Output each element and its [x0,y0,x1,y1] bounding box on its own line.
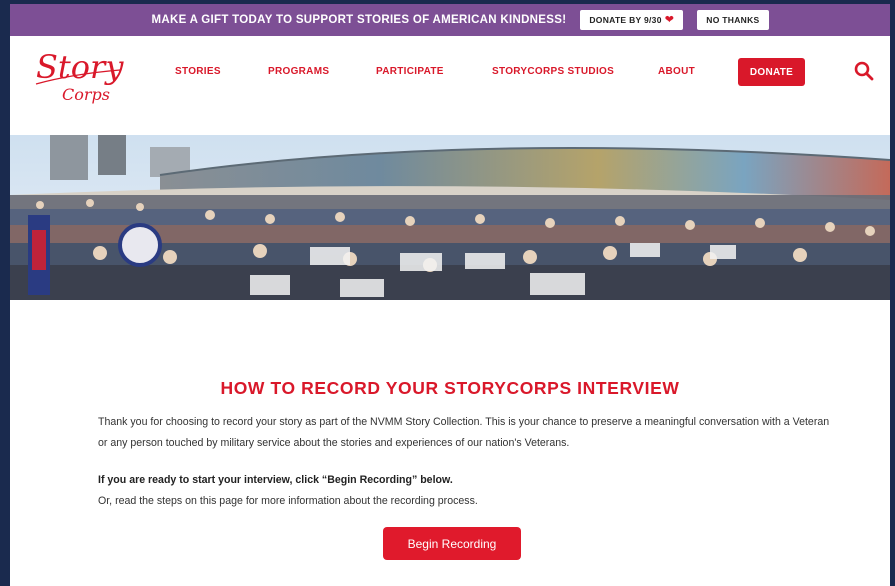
search-icon[interactable] [853,60,875,82]
promo-donate-label: DONATE BY 9/30 [589,15,662,25]
read-steps-text: Or, read the steps on this page for more… [98,495,478,507]
logo-corps-text: Corps [62,85,110,104]
nav-about[interactable]: ABOUT [658,66,695,77]
promo-banner: MAKE A GIFT TODAY TO SUPPORT STORIES OF … [10,4,890,36]
nav-storycorps-studios[interactable]: STORYCORPS STUDIOS [492,66,614,77]
nav-participate[interactable]: PARTICIPATE [376,66,444,77]
ready-instruction: If you are ready to start your interview… [98,474,453,486]
heart-icon: ❤ [664,13,675,26]
begin-recording-label: Begin Recording [407,536,497,551]
nav-programs[interactable]: PROGRAMS [268,66,329,77]
begin-recording-button[interactable]: Begin Recording [383,527,521,560]
intro-paragraph: Thank you for choosing to record your st… [98,416,830,449]
page-title: HOW TO RECORD YOUR STORYCORPS INTERVIEW [220,378,680,398]
donate-button[interactable]: DONATE [738,58,805,86]
no-thanks-button[interactable]: NO THANKS [697,10,769,30]
browser-page: MAKE A GIFT TODAY TO SUPPORT STORIES OF … [10,4,890,586]
nav-stories[interactable]: STORIES [175,66,221,77]
no-thanks-label: NO THANKS [706,15,760,25]
storycorps-logo[interactable]: Story Corps [32,44,127,110]
site-header: Story Corps STORIES PROGRAMS PARTICIPATE… [10,36,890,118]
promo-donate-button[interactable]: DONATE BY 9/30 ❤ [580,10,684,30]
promo-text: MAKE A GIFT TODAY TO SUPPORT STORIES OF … [151,14,567,26]
donate-label: DONATE [749,66,794,78]
hero-image [10,135,890,300]
